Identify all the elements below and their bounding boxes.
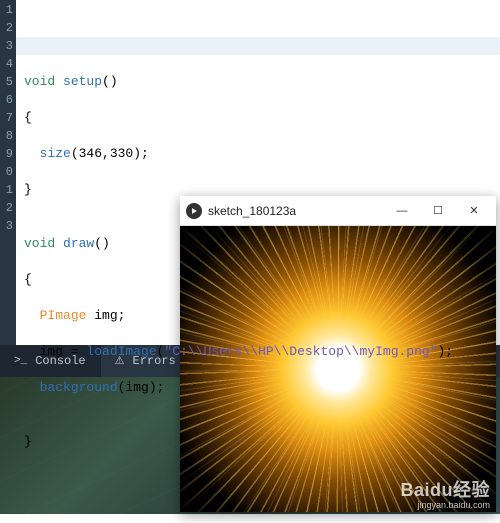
code-text: void setup() { size(346,330); } void dra…: [24, 55, 500, 487]
line-number: 8: [0, 127, 13, 145]
code-area[interactable]: void setup() { size(346,330); } void dra…: [16, 0, 500, 345]
line-gutter: 1 2 3 4 5 6 7 8 9 0 1 2 3: [0, 0, 16, 345]
line-number: 6: [0, 91, 13, 109]
line-number: 2: [0, 19, 13, 37]
line-number: 3: [0, 37, 13, 55]
line-number: 3: [0, 217, 13, 235]
current-line-highlight: [16, 37, 500, 55]
line-number: 2: [0, 199, 13, 217]
line-number: 1: [0, 181, 13, 199]
line-number: 7: [0, 109, 13, 127]
code-editor: 1 2 3 4 5 6 7 8 9 0 1 2 3 void setup() {…: [0, 0, 500, 345]
line-number: 9: [0, 145, 13, 163]
line-number: 5: [0, 73, 13, 91]
line-number: 0: [0, 163, 13, 181]
line-number: 1: [0, 1, 13, 19]
line-number: 4: [0, 55, 13, 73]
